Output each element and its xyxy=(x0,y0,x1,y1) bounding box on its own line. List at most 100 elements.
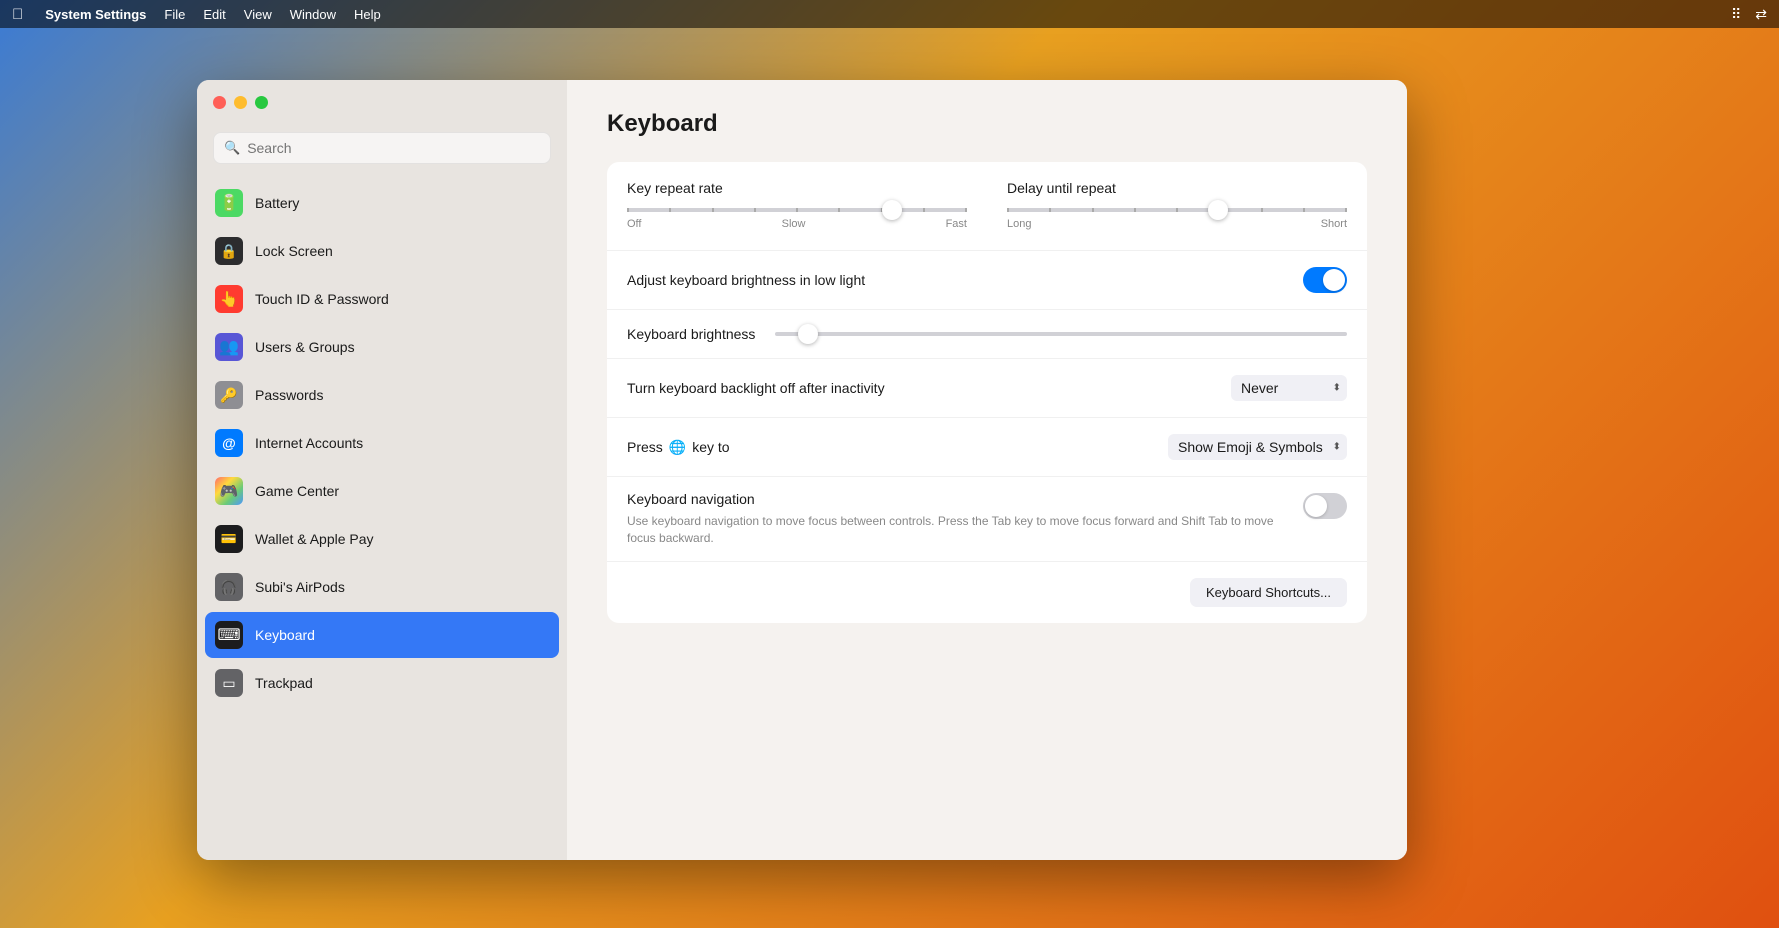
adjust-brightness-toggle[interactable] xyxy=(1303,267,1347,293)
sidebar-item-lockscreen[interactable]: 🔒 Lock Screen xyxy=(205,228,559,274)
dots-icon[interactable]: ⠿ xyxy=(1731,6,1741,23)
press-key-row: Press 🌐 key to Show Emoji & Symbols Chan… xyxy=(607,418,1367,477)
adjust-brightness-row: Adjust keyboard brightness in low light xyxy=(607,251,1367,310)
delay-until-repeat-thumb[interactable] xyxy=(1208,200,1228,220)
wallet-icon: 💳 xyxy=(215,525,243,553)
sidebar-item-touchid[interactable]: 👆 Touch ID & Password xyxy=(205,276,559,322)
passwords-icon: 🔑 xyxy=(215,381,243,409)
keyboard-nav-description: Use keyboard navigation to move focus be… xyxy=(627,513,1283,547)
users-icon: 👥 xyxy=(215,333,243,361)
key-repeat-rate-thumb[interactable] xyxy=(882,200,902,220)
internet-icon: @ xyxy=(215,429,243,457)
sidebar-item-airpods-label: Subi's AirPods xyxy=(255,579,345,595)
sliders-container: Key repeat rate xyxy=(627,180,1347,230)
menubar-right-icons: ⠿ ⇄ xyxy=(1731,6,1767,23)
menubar:  System Settings File Edit View Window … xyxy=(0,0,1779,28)
sidebar-item-keyboard[interactable]: ⌨ Keyboard xyxy=(205,612,559,658)
press-key-select-wrapper: Show Emoji & Symbols Change Input Source… xyxy=(1168,434,1347,460)
sidebar-item-keyboard-label: Keyboard xyxy=(255,627,315,643)
backlight-select-wrapper: Never After 5 secs After 10 secs After 3… xyxy=(1231,375,1347,401)
touchid-icon: 👆 xyxy=(215,285,243,313)
press-key-select[interactable]: Show Emoji & Symbols Change Input Source… xyxy=(1168,434,1347,460)
slider-label-short: Short xyxy=(1321,218,1347,230)
keyboard-brightness-thumb[interactable] xyxy=(798,324,818,344)
sidebar-item-trackpad-label: Trackpad xyxy=(255,675,313,691)
keyboard-brightness-label: Keyboard brightness xyxy=(627,326,755,342)
sidebar-item-battery[interactable]: 🔋 Battery xyxy=(205,180,559,226)
keyboard-nav-toggle[interactable] xyxy=(1303,493,1347,519)
sidebar-item-passwords-label: Passwords xyxy=(255,387,323,403)
sidebar-item-internet[interactable]: @ Internet Accounts xyxy=(205,420,559,466)
key-repeat-rate-group: Key repeat rate xyxy=(627,180,967,230)
keyboard-icon: ⌨ xyxy=(215,621,243,649)
key-repeat-rate-label: Key repeat rate xyxy=(627,180,967,196)
keyboard-nav-label: Keyboard navigation xyxy=(627,491,755,507)
sidebar-item-wallet-label: Wallet & Apple Pay xyxy=(255,531,374,547)
sidebar-item-touchid-label: Touch ID & Password xyxy=(255,291,389,307)
battery-icon: 🔋 xyxy=(215,189,243,217)
switch-icon[interactable]: ⇄ xyxy=(1755,6,1767,23)
menubar-edit[interactable]: Edit xyxy=(203,7,225,22)
lockscreen-icon: 🔒 xyxy=(215,237,243,265)
delay-until-repeat-labels: Long Short xyxy=(1007,218,1347,230)
minimize-button[interactable] xyxy=(234,96,247,109)
sidebar-item-gamecenter-label: Game Center xyxy=(255,483,339,499)
press-key-left: Press 🌐 key to xyxy=(627,439,730,456)
close-button[interactable] xyxy=(213,96,226,109)
backlight-label: Turn keyboard backlight off after inacti… xyxy=(627,380,885,396)
gamecenter-icon: 🎮 xyxy=(215,477,243,505)
sidebar-item-users[interactable]: 👥 Users & Groups xyxy=(205,324,559,370)
key-repeat-rate-labels: Off Slow Fast xyxy=(627,218,967,230)
menubar-file[interactable]: File xyxy=(164,7,185,22)
keyboard-shortcuts-button[interactable]: Keyboard Shortcuts... xyxy=(1190,578,1347,607)
sidebar-list: 🔋 Battery 🔒 Lock Screen 👆 Touch ID & Pas… xyxy=(197,180,567,860)
sidebar-item-wallet[interactable]: 💳 Wallet & Apple Pay xyxy=(205,516,559,562)
slider-label-long: Long xyxy=(1007,218,1031,230)
key-repeat-rate-track xyxy=(627,208,967,212)
sidebar-item-battery-label: Battery xyxy=(255,195,299,211)
slider-label-off: Off xyxy=(627,218,641,230)
slider-label-fast: Fast xyxy=(946,218,967,230)
sidebar-item-airpods[interactable]: 🎧 Subi's AirPods xyxy=(205,564,559,610)
search-input[interactable] xyxy=(247,140,540,156)
backlight-select[interactable]: Never After 5 secs After 10 secs After 3… xyxy=(1231,375,1347,401)
delay-until-repeat-label: Delay until repeat xyxy=(1007,180,1347,196)
sidebar-item-trackpad[interactable]: ▭ Trackpad xyxy=(205,660,559,706)
backlight-row: Turn keyboard backlight off after inacti… xyxy=(607,359,1367,418)
sidebar: 🔍 🔋 Battery 🔒 Lock Screen 👆 Touch ID & P… xyxy=(197,80,567,860)
main-content: Keyboard Key repeat rate xyxy=(567,80,1407,860)
adjust-brightness-thumb xyxy=(1323,269,1345,291)
delay-until-repeat-group: Delay until repeat xyxy=(1007,180,1347,230)
menubar-app-name[interactable]: System Settings xyxy=(45,7,146,22)
trackpad-icon: ▭ xyxy=(215,669,243,697)
press-key-suffix: key to xyxy=(692,439,729,455)
key-repeat-rate-slider-container xyxy=(627,208,967,212)
menubar-help[interactable]: Help xyxy=(354,7,381,22)
search-icon: 🔍 xyxy=(224,140,240,156)
sidebar-item-internet-label: Internet Accounts xyxy=(255,435,363,451)
globe-icon: 🌐 xyxy=(669,439,686,456)
traffic-lights xyxy=(213,96,268,109)
app-window: 🔍 🔋 Battery 🔒 Lock Screen 👆 Touch ID & P… xyxy=(197,80,1407,860)
sidebar-item-lockscreen-label: Lock Screen xyxy=(255,243,333,259)
sidebar-item-passwords[interactable]: 🔑 Passwords xyxy=(205,372,559,418)
keyboard-brightness-slider[interactable] xyxy=(775,332,1347,336)
keyboard-shortcuts-row: Keyboard Shortcuts... xyxy=(607,561,1367,623)
keyboard-nav-left: Keyboard navigation Use keyboard navigat… xyxy=(627,491,1283,547)
search-box[interactable]: 🔍 xyxy=(213,132,551,164)
sidebar-item-gamecenter[interactable]: 🎮 Game Center xyxy=(205,468,559,514)
adjust-brightness-label: Adjust keyboard brightness in low light xyxy=(627,272,865,288)
menubar-window[interactable]: Window xyxy=(290,7,336,22)
keyboard-nav-row: Keyboard navigation Use keyboard navigat… xyxy=(607,477,1367,561)
delay-until-repeat-slider-container xyxy=(1007,208,1347,212)
maximize-button[interactable] xyxy=(255,96,268,109)
menubar-view[interactable]: View xyxy=(244,7,272,22)
sliders-row: Key repeat rate xyxy=(607,162,1367,251)
sidebar-item-users-label: Users & Groups xyxy=(255,339,355,355)
apple-menu-icon[interactable]:  xyxy=(12,6,23,23)
airpods-icon: 🎧 xyxy=(215,573,243,601)
slider-label-slow: Slow xyxy=(782,218,806,230)
sliders-card: Key repeat rate xyxy=(607,162,1367,623)
keyboard-nav-thumb xyxy=(1305,495,1327,517)
page-title: Keyboard xyxy=(607,110,1367,138)
